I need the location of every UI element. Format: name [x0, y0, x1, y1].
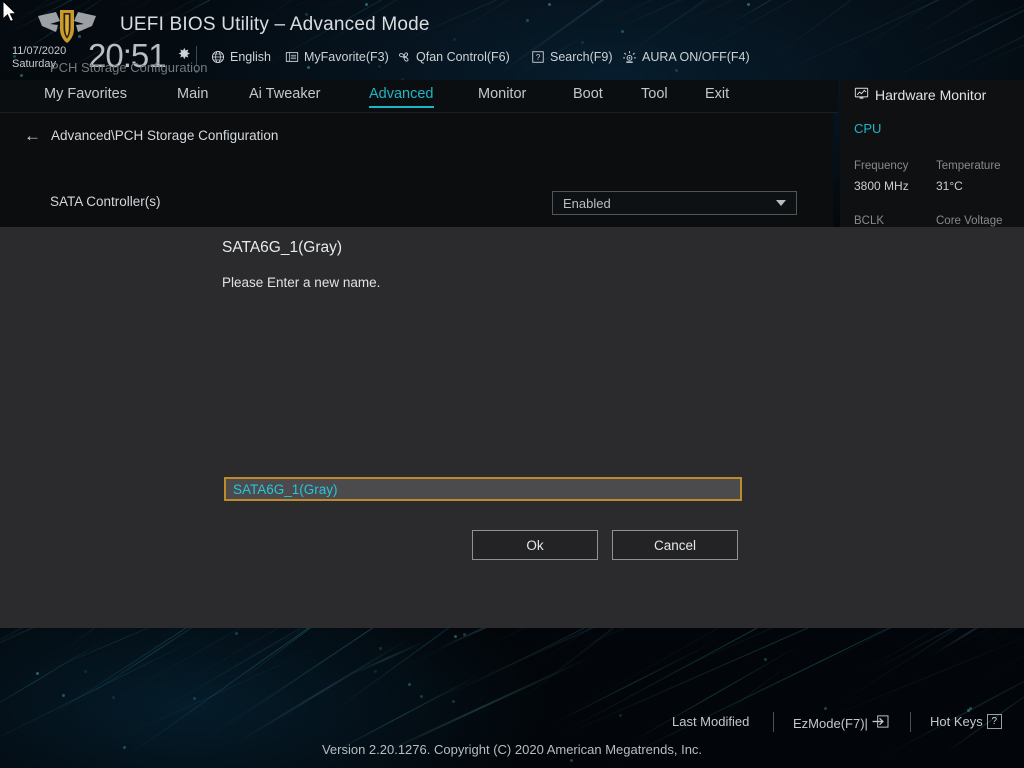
footer-separator-2 [910, 712, 911, 732]
myfavorite-shortcut-label: MyFavorite(F3) [304, 50, 389, 64]
dialog-title: SATA6G_1(Gray) [222, 239, 343, 256]
hw-value-frequency: 3800 MHz [854, 179, 909, 193]
myfavorite-shortcut[interactable]: MyFavorite(F3) [284, 48, 389, 66]
ok-button[interactable]: Ok [472, 530, 598, 560]
exit-arrow-icon [872, 714, 889, 732]
tab-tool[interactable]: Tool [641, 86, 668, 108]
content-scrollbar-track[interactable] [819, 113, 833, 228]
svg-text:?: ? [535, 53, 540, 62]
version-text: Version 2.20.1276. Copyright (C) 2020 Am… [321, 742, 703, 757]
sata-controller-dropdown[interactable]: Enabled [552, 191, 797, 215]
tab-main[interactable]: Main [177, 86, 208, 108]
globe-icon [210, 50, 225, 65]
hw-label-bclk: BCLK [854, 215, 885, 227]
tab-my-favorites[interactable]: My Favorites [44, 86, 127, 108]
breadcrumb-label: Advanced\PCH Storage Configuration [51, 128, 279, 143]
last-modified-button[interactable]: Last Modified [672, 714, 749, 729]
cancel-button[interactable]: Cancel [612, 530, 738, 560]
fan-icon [396, 50, 411, 65]
tab-ai-tweaker[interactable]: Ai Tweaker [249, 86, 320, 108]
search-shortcut[interactable]: ? Search(F9) [530, 48, 613, 66]
bios-screen: UEFI BIOS Utility – Advanced Mode 11/07/… [0, 0, 1024, 768]
main-navigation: My Favorites Main Ai Tweaker Advanced Mo… [0, 80, 838, 113]
hw-label-temperature: Temperature [936, 160, 1001, 172]
tab-monitor[interactable]: Monitor [478, 86, 526, 108]
language-shortcut[interactable]: English [210, 48, 271, 66]
back-arrow-icon[interactable]: ← [24, 127, 41, 144]
footer-separator-1 [773, 712, 774, 732]
rename-dialog: SATA6G_1(Gray) Please Enter a new name. … [0, 227, 1024, 628]
ezmode-label: EzMode(F7)| [793, 715, 868, 731]
aura-light-icon [622, 50, 637, 65]
aura-shortcut[interactable]: AURA ON/OFF(F4) [622, 48, 750, 66]
list-icon [284, 50, 299, 65]
section-heading: PCH Storage Configuration [50, 60, 208, 75]
ezmode-button[interactable]: EzMode(F7)| [793, 714, 889, 732]
rename-input[interactable] [226, 479, 740, 499]
hardware-monitor-group-cpu: CPU [854, 121, 882, 136]
tab-boot[interactable]: Boot [573, 86, 603, 108]
hardware-monitor-title-row: Hardware Monitor [854, 86, 986, 104]
language-shortcut-label: English [230, 50, 271, 64]
qfan-control-shortcut-label: Qfan Control(F6) [416, 50, 510, 64]
dialog-prompt: Please Enter a new name. [222, 275, 381, 290]
breadcrumb[interactable]: ← Advanced\PCH Storage Configuration [24, 127, 278, 144]
sata-controller-label: SATA Controller(s) [50, 194, 161, 209]
monitor-icon [854, 86, 869, 104]
sata-controller-value: Enabled [563, 196, 611, 211]
hot-keys-button[interactable]: Hot Keys ? [930, 714, 1002, 729]
question-box-icon: ? [986, 714, 1002, 729]
tab-advanced[interactable]: Advanced [369, 86, 434, 108]
mouse-cursor [2, 0, 18, 23]
search-shortcut-label: Search(F9) [550, 50, 613, 64]
hw-label-core-voltage: Core Voltage [936, 215, 1003, 227]
rename-input-wrapper[interactable] [224, 477, 742, 501]
qfan-control-shortcut[interactable]: Qfan Control(F6) [396, 48, 510, 66]
hot-keys-label: Hot Keys [930, 714, 983, 729]
date-text: 11/07/2020 [12, 45, 67, 57]
aura-shortcut-label: AURA ON/OFF(F4) [642, 50, 750, 64]
hw-label-frequency: Frequency [854, 160, 909, 172]
page-title: UEFI BIOS Utility – Advanced Mode [120, 14, 430, 35]
tab-exit[interactable]: Exit [705, 86, 729, 108]
chevron-down-icon [776, 200, 786, 206]
hw-value-temperature: 31°C [936, 179, 963, 193]
question-box-icon: ? [530, 50, 545, 65]
hardware-monitor-title: Hardware Monitor [875, 87, 987, 103]
